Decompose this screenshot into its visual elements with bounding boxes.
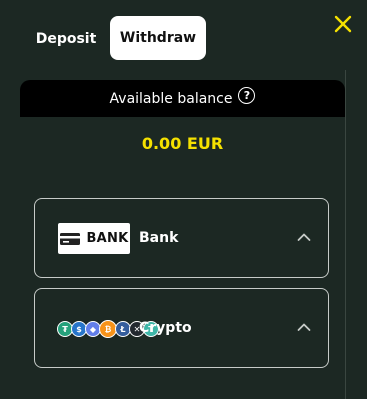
- chevron-up-icon[interactable]: [297, 232, 311, 242]
- bank-label: Bank: [139, 230, 179, 246]
- bank-logo-text: BANK: [86, 231, 129, 246]
- balance-label: Available balance: [109, 90, 233, 107]
- balance-amount: 0.00 EUR: [141, 134, 224, 153]
- payment-method-bank[interactable]: BANK Bank: [34, 198, 329, 278]
- header: Deposit Withdraw: [0, 0, 367, 70]
- scrollbar[interactable]: [345, 70, 346, 399]
- payment-method-crypto[interactable]: ₮ $ ◆ ₿ Ł ✕ T Crypto: [34, 288, 329, 368]
- close-icon[interactable]: [332, 13, 354, 35]
- bank-card-icon: [60, 232, 81, 245]
- bank-logo: BANK: [58, 223, 130, 254]
- tab-deposit[interactable]: Deposit: [30, 18, 102, 60]
- chevron-up-icon[interactable]: [297, 322, 311, 332]
- crypto-label: Crypto: [139, 320, 192, 336]
- balance-bar: Available balance ?: [20, 80, 345, 117]
- tab-withdraw[interactable]: Withdraw: [110, 16, 206, 60]
- help-circle-icon[interactable]: ?: [238, 87, 256, 104]
